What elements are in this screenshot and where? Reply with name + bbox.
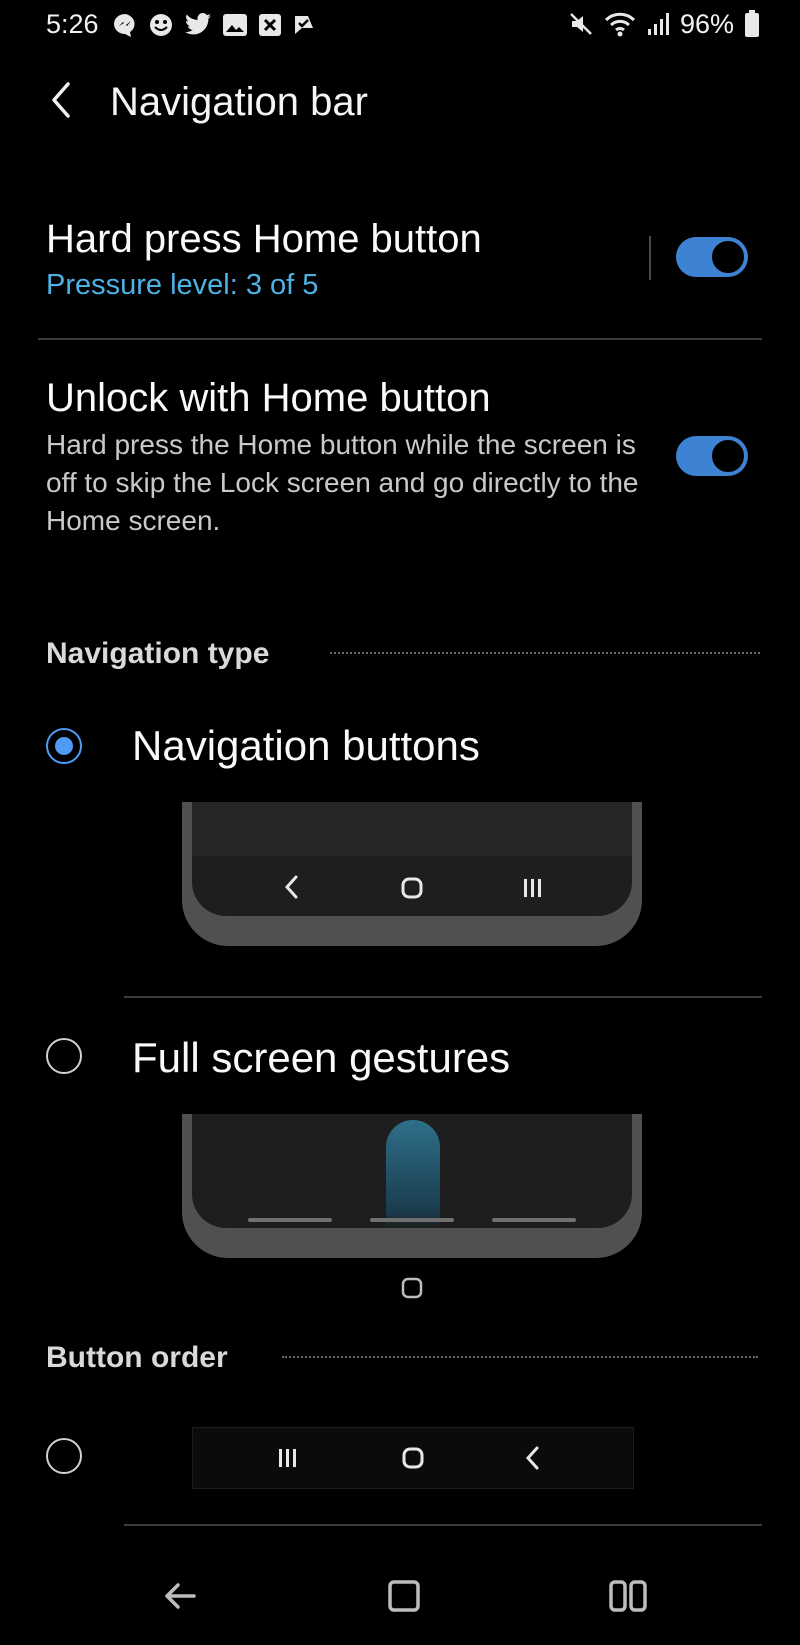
close-box-icon bbox=[259, 14, 281, 36]
unlock-home-toggle[interactable] bbox=[676, 436, 748, 476]
mute-icon bbox=[570, 13, 592, 35]
gesture-hint-center bbox=[370, 1218, 454, 1222]
system-navigation-bar bbox=[0, 1550, 800, 1645]
navigation-buttons-preview[interactable] bbox=[182, 802, 642, 946]
hard-press-toggle[interactable] bbox=[676, 237, 748, 277]
notification-icons bbox=[112, 10, 316, 40]
wifi-icon bbox=[604, 12, 636, 37]
emoji-icon bbox=[150, 14, 172, 36]
preview-content-area bbox=[192, 802, 632, 856]
check-flag-icon bbox=[295, 16, 313, 34]
back-arrow-icon[interactable] bbox=[160, 1576, 200, 1616]
preview-screen bbox=[192, 802, 632, 916]
radio-navigation-buttons[interactable] bbox=[46, 728, 82, 764]
section-header-button-order: Button order bbox=[46, 1341, 228, 1374]
section-header-navigation-type: Navigation type bbox=[46, 637, 270, 670]
unlock-home-setting[interactable]: Unlock with Home button Hard press the H… bbox=[46, 374, 676, 544]
recents-icon[interactable] bbox=[606, 1576, 650, 1616]
swipe-indicator bbox=[386, 1120, 440, 1228]
order-home-icon bbox=[402, 1447, 424, 1469]
signal-icon bbox=[647, 13, 669, 35]
unlock-home-description: Hard press the Home button while the scr… bbox=[46, 429, 639, 536]
home-icon[interactable] bbox=[384, 1576, 424, 1616]
toggle-separator bbox=[649, 236, 651, 280]
radio-dot bbox=[55, 737, 73, 755]
divider bbox=[38, 338, 762, 340]
twitter-icon bbox=[185, 13, 211, 35]
preview-screen bbox=[192, 1114, 632, 1228]
section-divider bbox=[282, 1356, 758, 1358]
toggle-knob bbox=[710, 239, 746, 275]
messenger-icon bbox=[114, 14, 135, 37]
battery-icon bbox=[745, 10, 759, 37]
status-right: 96% bbox=[568, 8, 760, 40]
button-order-preview[interactable] bbox=[192, 1427, 634, 1489]
status-time: 5:26 bbox=[46, 9, 99, 39]
radio-full-screen-gestures[interactable] bbox=[46, 1038, 82, 1074]
gesture-hint-right bbox=[492, 1218, 576, 1222]
gesture-hint-left bbox=[248, 1218, 332, 1222]
radio-button-order-recents-home-back[interactable] bbox=[46, 1438, 82, 1474]
preview-recents-icon bbox=[524, 879, 541, 897]
option-label-full-screen-gestures[interactable]: Full screen gestures bbox=[132, 1033, 510, 1083]
divider bbox=[124, 1524, 762, 1526]
gesture-home-icon bbox=[401, 1277, 423, 1299]
back-chevron-icon[interactable] bbox=[46, 80, 78, 120]
battery-percentage: 96% bbox=[679, 9, 734, 39]
preview-home-icon bbox=[401, 877, 423, 899]
hard-press-setting[interactable]: Hard press Home button Pressure level: 3… bbox=[46, 215, 646, 315]
pressure-level-label: Pressure level: 3 of 5 bbox=[46, 269, 319, 301]
unlock-home-title: Unlock with Home button bbox=[46, 376, 491, 420]
order-recents-icon bbox=[279, 1449, 296, 1467]
preview-back-icon bbox=[284, 875, 298, 899]
gallery-icon bbox=[223, 14, 247, 36]
option-label-navigation-buttons[interactable]: Navigation buttons bbox=[132, 721, 480, 771]
hard-press-title: Hard press Home button bbox=[46, 217, 482, 261]
full-screen-gestures-preview[interactable] bbox=[182, 1114, 642, 1258]
toggle-knob bbox=[710, 438, 746, 474]
section-divider bbox=[330, 652, 760, 654]
divider bbox=[124, 996, 762, 998]
page-title: Navigation bar bbox=[110, 80, 368, 124]
order-back-icon bbox=[525, 1446, 539, 1470]
